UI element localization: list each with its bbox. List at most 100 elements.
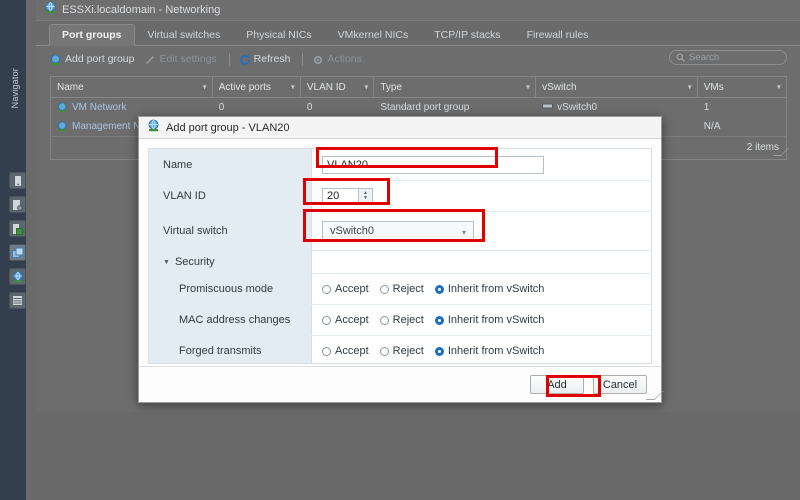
storage-icon xyxy=(10,293,25,308)
refresh-icon xyxy=(239,54,250,65)
radio-reject[interactable]: Reject xyxy=(379,283,424,295)
add-port-group-label: Add port group xyxy=(65,53,135,65)
security-section-header[interactable]: ▼ Security xyxy=(149,251,651,274)
form-row-mac-address-changes: MAC address changes Accept Reject Inheri… xyxy=(149,305,651,336)
actions-button: Actions xyxy=(312,53,362,65)
virtual-switch-label: Virtual switch xyxy=(149,212,312,250)
dialog-title: Add port group - VLAN20 xyxy=(166,121,290,134)
refresh-label: Refresh xyxy=(253,53,291,65)
radio-label: Reject xyxy=(392,283,424,295)
radio-accept[interactable]: Accept xyxy=(322,345,369,357)
edit-settings-label: Edit settings xyxy=(159,53,217,65)
rail-button-networking[interactable] xyxy=(9,268,26,285)
rail-button-virtual-machines[interactable] xyxy=(9,220,26,237)
tab-port-groups[interactable]: Port groups xyxy=(49,24,135,46)
radio-label: Accept xyxy=(335,314,369,326)
form-row-virtual-switch: Virtual switch vSwitch0 ▾ xyxy=(149,212,651,251)
edit-settings-button: Edit settings xyxy=(144,53,217,65)
table-row[interactable]: VM Network 0 0 Standard port group vSwit… xyxy=(51,98,786,117)
virtual-switch-select[interactable]: vSwitch0 ▾ xyxy=(322,221,474,241)
chevron-down-icon: ▾ xyxy=(461,228,466,237)
column-header-vms[interactable]: VMs ▾ xyxy=(698,77,786,97)
dialog-footer: Add Cancel xyxy=(139,366,664,402)
port-group-icon xyxy=(57,102,68,113)
item-count: 2 items xyxy=(746,142,779,153)
vm-settings-icon xyxy=(10,197,25,212)
tab-physical-nics[interactable]: Physical NICs xyxy=(233,24,324,46)
add-button[interactable]: Add xyxy=(530,375,584,394)
radio-label: Inherit from vSwitch xyxy=(447,283,545,295)
chevron-down-icon: ▾ xyxy=(687,82,692,92)
chevron-down-icon: ▾ xyxy=(526,82,531,92)
radio-mark xyxy=(322,346,331,356)
vswitch-icon xyxy=(542,102,554,113)
cell-text: Management Ne xyxy=(72,121,146,132)
tab-virtual-switches[interactable]: Virtual switches xyxy=(135,24,234,46)
rail-button-host[interactable] xyxy=(9,172,26,189)
radio-accept[interactable]: Accept xyxy=(322,314,369,326)
radio-label: Inherit from vSwitch xyxy=(447,314,545,326)
form-row-name: Name xyxy=(149,149,651,181)
search-input[interactable]: Search xyxy=(669,50,787,65)
radio-inherit-from-vswitch[interactable]: Inherit from vSwitch xyxy=(434,283,545,295)
radio-mark xyxy=(322,284,331,294)
column-header-type[interactable]: Type ▾ xyxy=(374,77,537,97)
column-header-name[interactable]: Name ▾ xyxy=(51,77,213,97)
column-label: VMs xyxy=(703,81,724,93)
virtual-switch-value: vSwitch0 xyxy=(330,225,375,237)
column-label: Name xyxy=(57,81,84,93)
tab-firewall-rules[interactable]: Firewall rules xyxy=(514,24,602,46)
toolbar-divider-2 xyxy=(302,52,304,66)
cell-vms: N/A xyxy=(703,121,721,132)
column-header-vlan-id[interactable]: VLAN ID ▾ xyxy=(301,77,375,97)
refresh-button[interactable]: Refresh xyxy=(239,53,291,65)
radio-reject[interactable]: Reject xyxy=(379,345,424,357)
radio-reject[interactable]: Reject xyxy=(379,314,424,326)
name-label: Name xyxy=(149,149,312,180)
dialog-resize-grip[interactable] xyxy=(645,391,664,400)
radio-mark xyxy=(434,284,444,294)
port-group-icon xyxy=(57,121,68,132)
triangle-down-icon: ▼ xyxy=(163,258,170,266)
radio-mark xyxy=(379,315,389,325)
cell-vswitch[interactable]: vSwitch0 xyxy=(536,102,698,113)
tab-vmkernel-nics[interactable]: VMkernel NICs xyxy=(325,24,422,46)
gear-icon xyxy=(312,54,323,65)
form-row-promiscuous-mode: Promiscuous mode Accept Reject Inherit f… xyxy=(149,274,651,305)
radio-mark xyxy=(379,284,389,294)
vlan-id-label: VLAN ID xyxy=(149,181,312,211)
cell-vms: 1 xyxy=(703,102,710,113)
forged-transmits-label: Forged transmits xyxy=(149,336,312,363)
radio-accept[interactable]: Accept xyxy=(322,283,369,295)
add-port-group-dialog: Add port group - VLAN20 Name VLAN ID ▲ ▼… xyxy=(138,116,664,403)
cell-name[interactable]: VM Network xyxy=(51,102,213,113)
radio-mark xyxy=(434,346,444,356)
form-row-vlan-id: VLAN ID ▲ ▼ xyxy=(149,181,651,212)
cell-text: VM Network xyxy=(72,102,127,113)
vlan-id-field[interactable] xyxy=(322,187,358,205)
form-row-forged-transmits: Forged transmits Accept Reject Inherit f… xyxy=(149,336,651,363)
actions-label: Actions xyxy=(327,53,362,65)
rail-button-vm-settings[interactable] xyxy=(9,196,26,213)
column-header-active-ports[interactable]: Active ports ▾ xyxy=(213,77,301,97)
vlan-id-stepper[interactable]: ▲ ▼ xyxy=(358,187,373,205)
radio-inherit-from-vswitch[interactable]: Inherit from vSwitch xyxy=(434,345,544,357)
tab-tcpip-stacks[interactable]: TCP/IP stacks xyxy=(421,24,513,46)
navigator-rail: Navigator xyxy=(0,0,26,500)
chevron-down-icon: ▾ xyxy=(290,82,295,92)
mac-address-changes-radio-group: Accept Reject Inherit from vSwitch xyxy=(322,314,544,326)
security-heading-text: Security xyxy=(174,256,215,268)
table-header-row: Name ▾ Active ports ▾ VLAN ID ▾ Type ▾ vSwit… xyxy=(51,77,786,98)
cancel-button[interactable]: Cancel xyxy=(593,375,647,394)
rail-button-networking-stack[interactable] xyxy=(9,244,26,261)
radio-inherit-from-vswitch[interactable]: Inherit from vSwitch xyxy=(434,314,545,326)
dialog-title-bar[interactable]: Add port group - VLAN20 xyxy=(139,117,661,139)
chevron-down-icon: ▾ xyxy=(364,82,369,92)
security-label: ▼ Security xyxy=(149,251,312,273)
promiscuous-mode-label: Promiscuous mode xyxy=(149,274,312,304)
name-field[interactable] xyxy=(322,155,544,174)
column-header-vswitch[interactable]: vSwitch ▾ xyxy=(536,77,698,97)
add-port-group-button[interactable]: Add port group xyxy=(50,53,134,65)
radio-mark xyxy=(434,315,444,325)
rail-button-storage[interactable] xyxy=(9,292,26,309)
